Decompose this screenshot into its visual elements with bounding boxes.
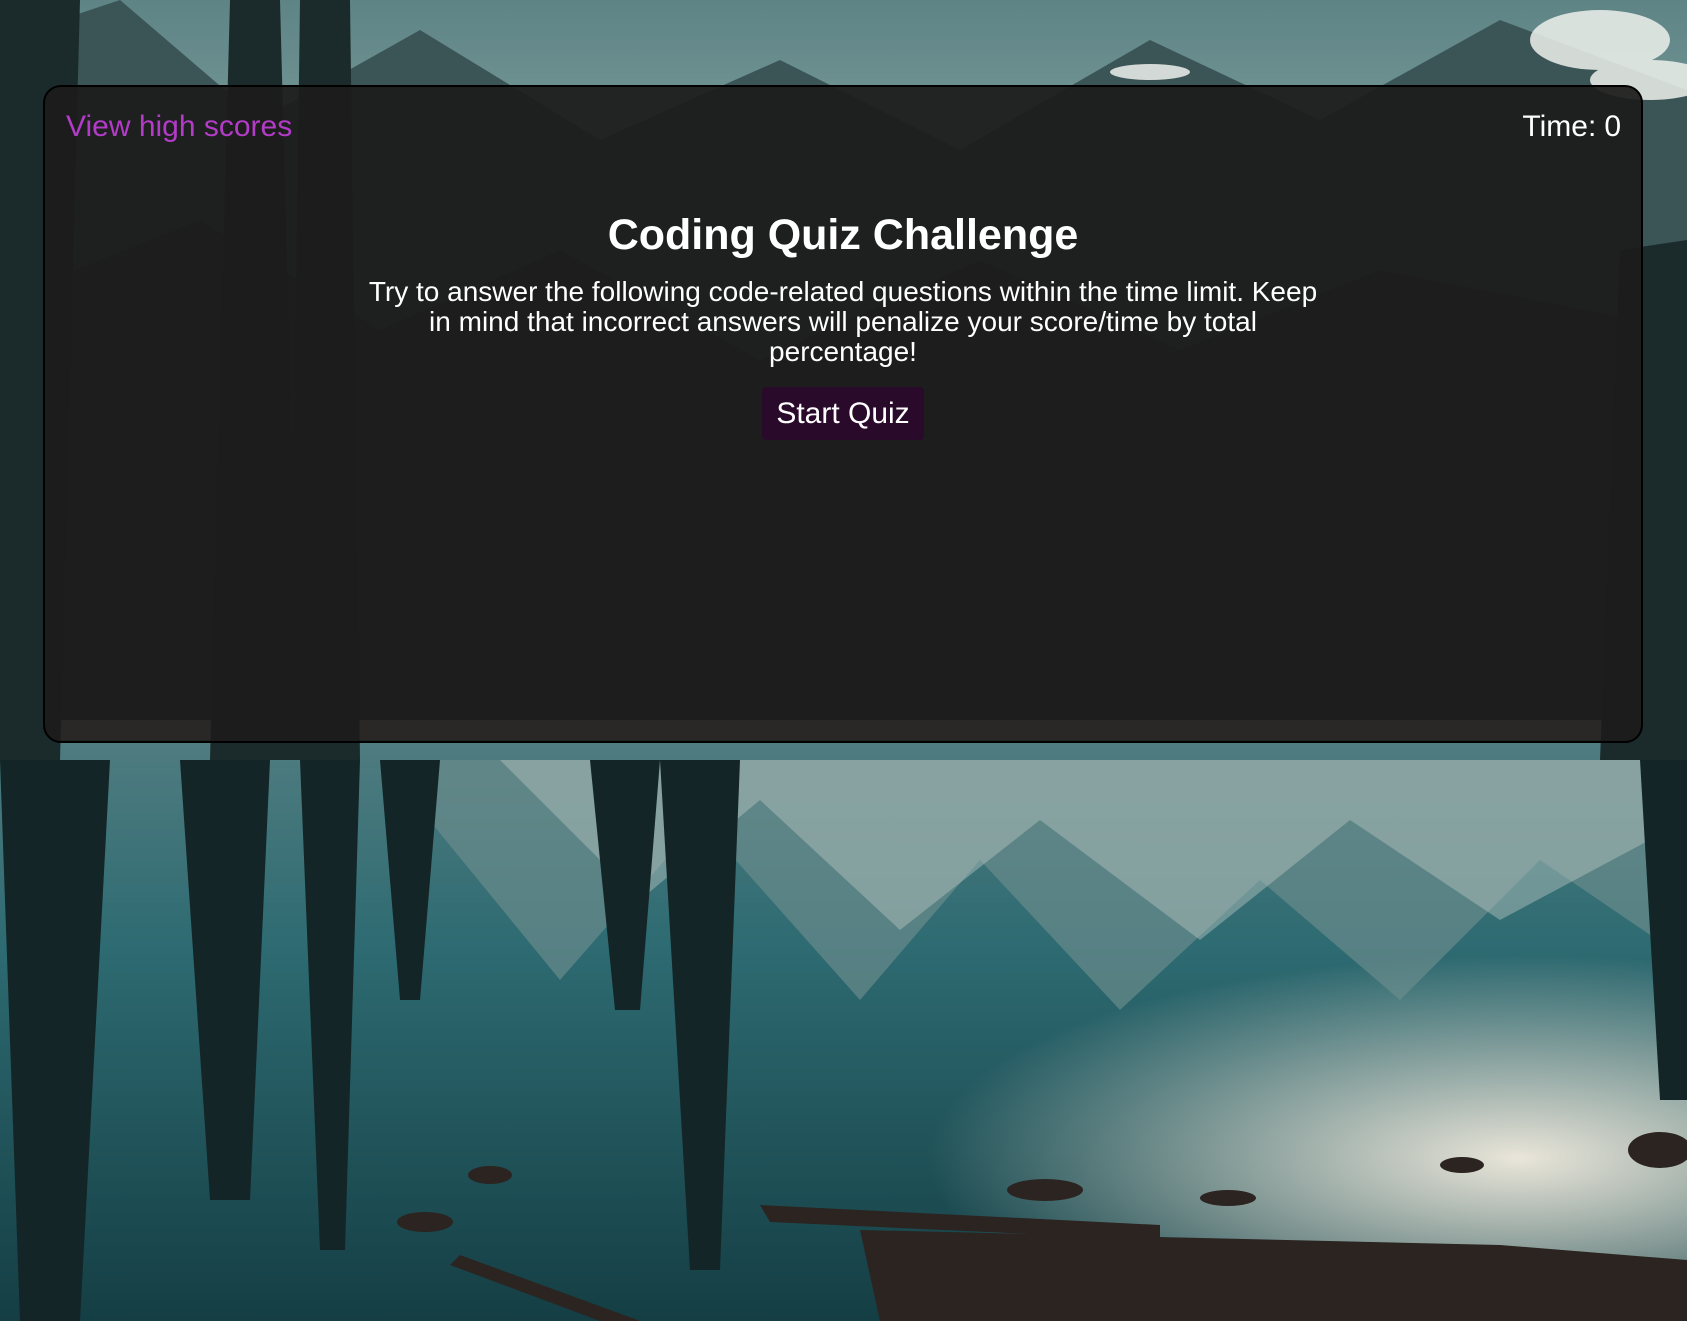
start-quiz-button[interactable]: Start Quiz [762,387,924,440]
intro-section: Coding Quiz Challenge Try to answer the … [45,207,1641,440]
page-title: Coding Quiz Challenge [607,211,1079,259]
timer-label: Time: [1522,110,1597,143]
quiz-card: View high scores Time: 0 Coding Quiz Chal… [43,85,1643,743]
timer: Time: 0 [1522,107,1621,147]
quiz-description: Try to answer the following code-related… [368,276,1318,367]
view-high-scores-link[interactable]: View high scores [66,107,292,147]
timer-value: 0 [1604,110,1621,143]
header-bar: View high scores Time: 0 [45,87,1641,167]
